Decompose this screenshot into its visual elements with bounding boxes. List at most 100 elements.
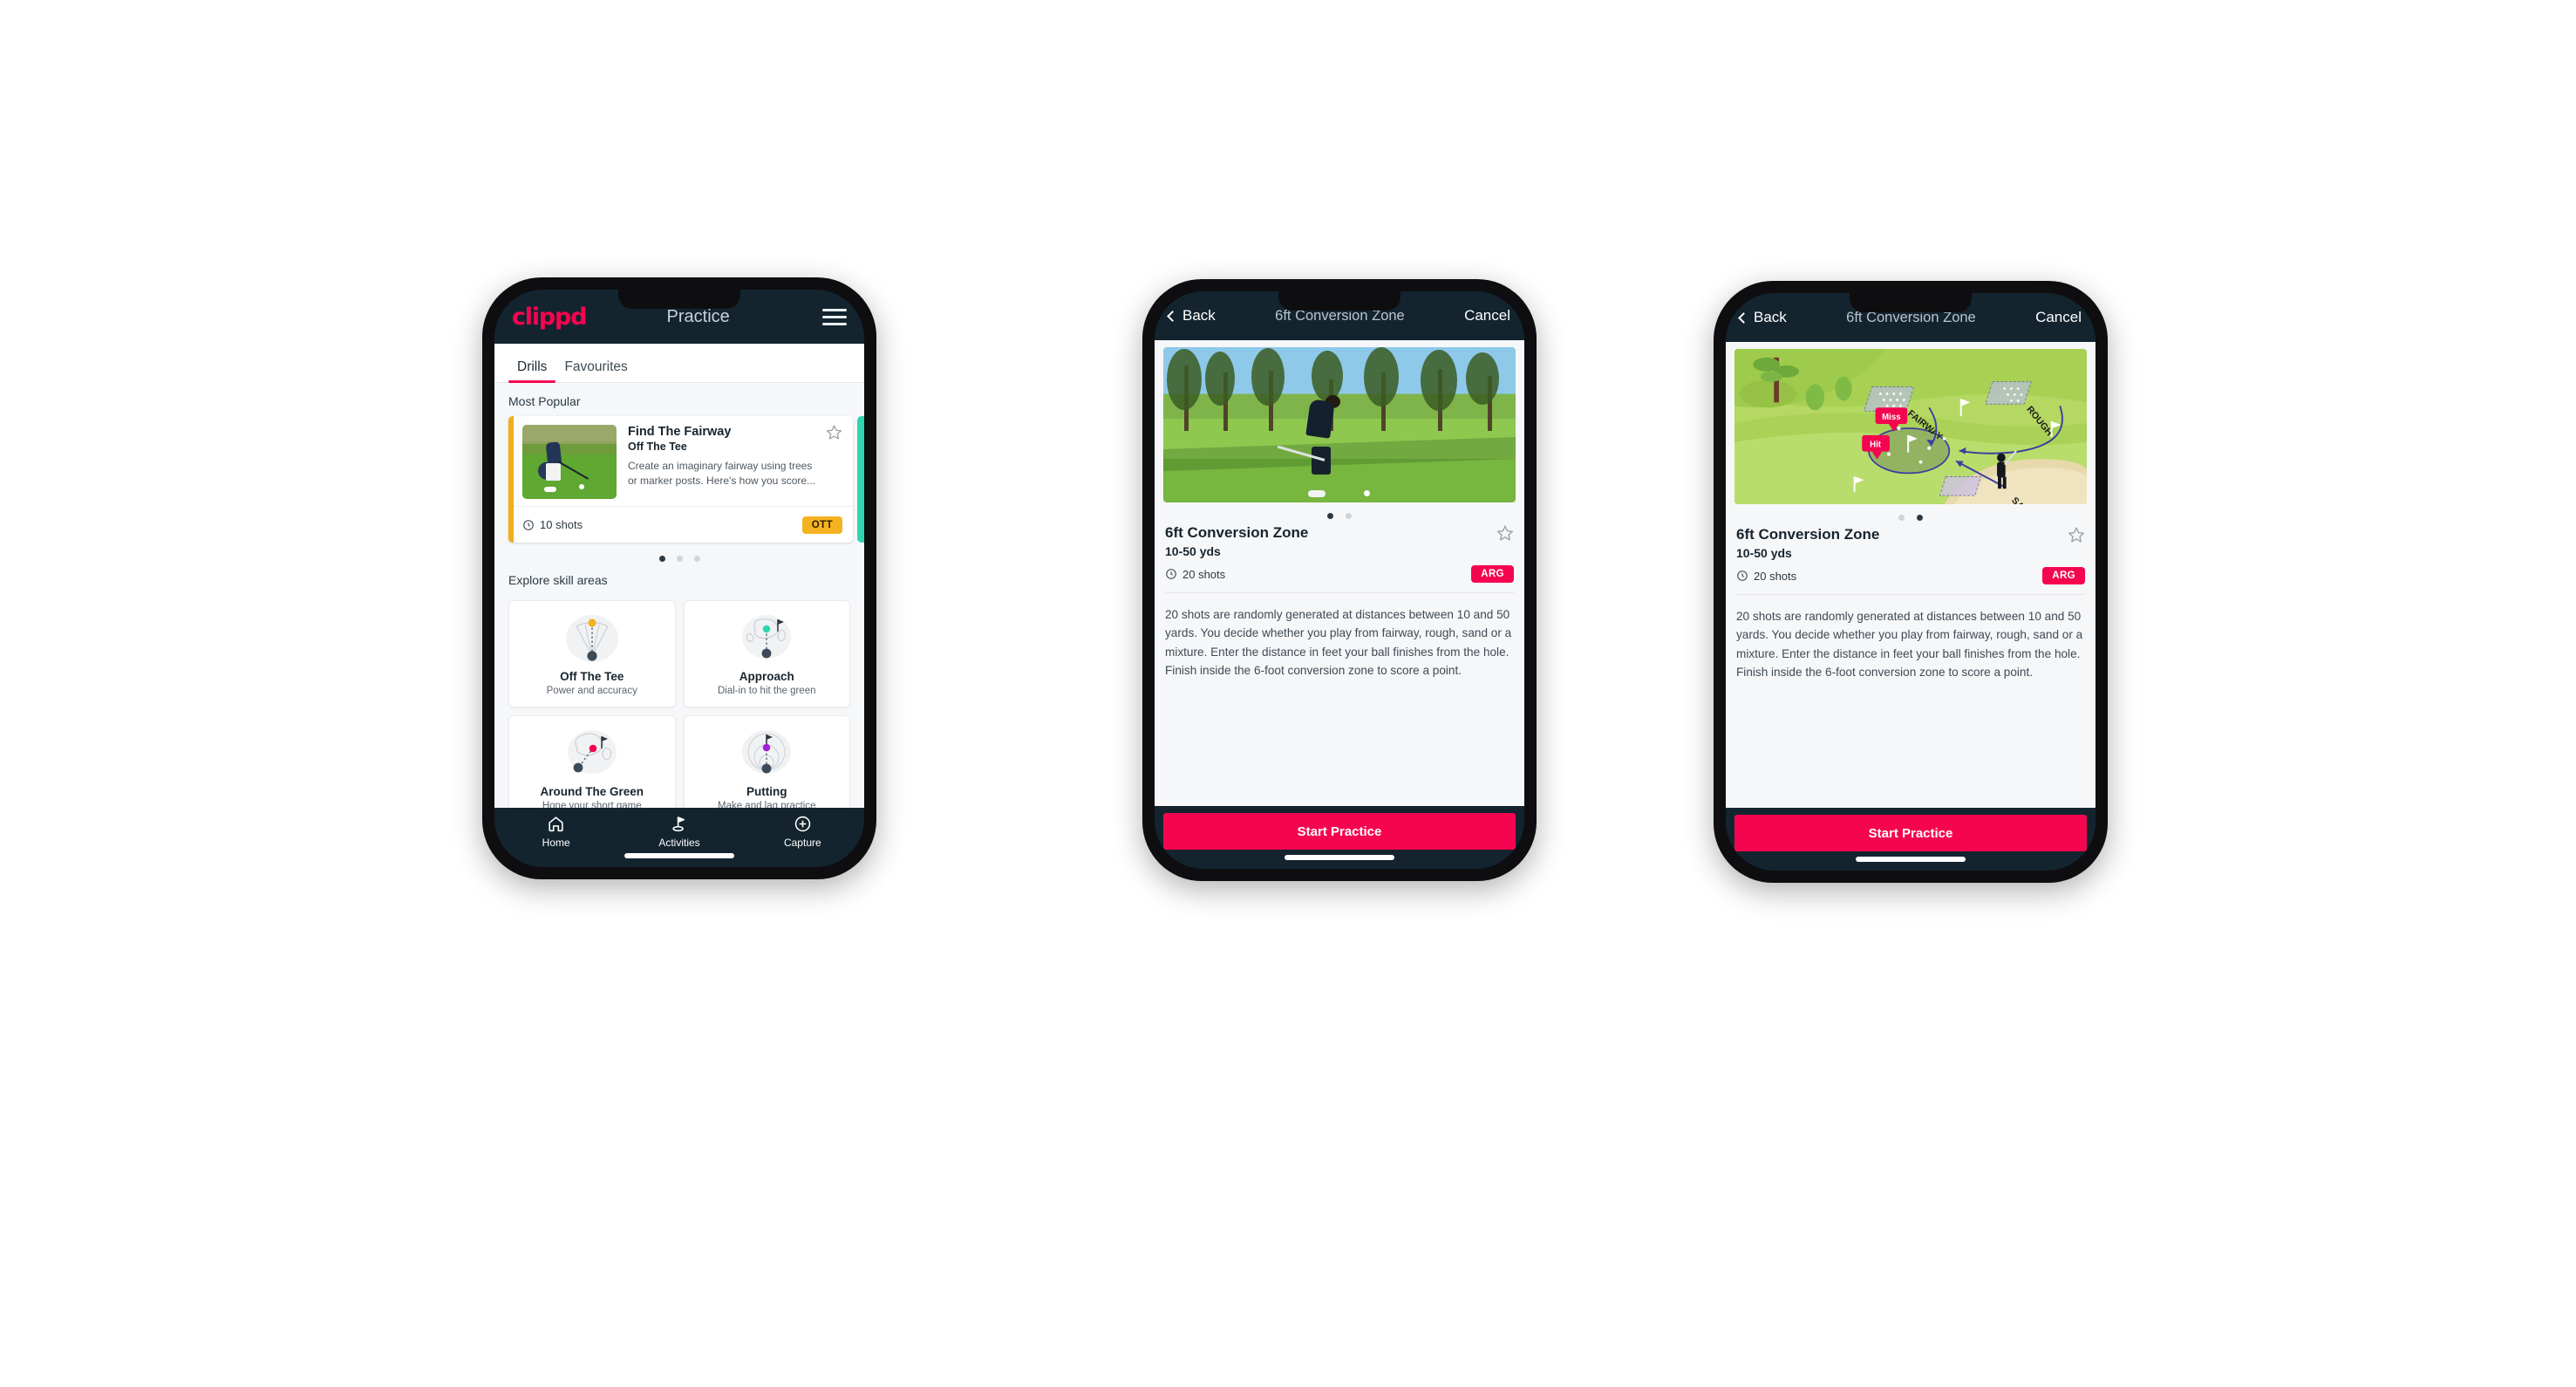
phone-notch (1278, 291, 1400, 311)
drill-title: 6ft Conversion Zone (1736, 526, 1880, 543)
shots-count: 20 shots (1754, 569, 1797, 583)
skill-name: Around The Green (540, 785, 644, 798)
drill-summary: 6ft Conversion Zone 10-50 yds 20 shots A… (1726, 526, 2096, 584)
drill-shots: 20 shots (1165, 568, 1225, 581)
phone-drill-detail-photo: Back 6ft Conversion Zone Cancel 6ft Conv… (1142, 279, 1537, 881)
carousel-dot-3[interactable] (693, 556, 700, 562)
explore-skill-areas-label: Explore skill areas (508, 573, 608, 587)
skill-name: Approach (739, 670, 794, 683)
nav-label: Activities (658, 837, 700, 849)
skill-desc: Make and lag practice (717, 801, 816, 808)
media-dot-1[interactable] (1327, 513, 1333, 519)
screenshot-canvas: clippd Practice Drills Favourites Most P… (0, 0, 2576, 1387)
tab-drills[interactable]: Drills (508, 359, 556, 383)
drill-shots: 20 shots (1736, 570, 1796, 583)
cancel-button[interactable]: Cancel (2035, 309, 2082, 326)
home-indicator (1285, 855, 1394, 860)
nav-item-capture[interactable]: Capture (741, 815, 864, 849)
next-card-peek[interactable] (857, 416, 864, 543)
drill-description: 20 shots are randomly generated at dista… (1165, 608, 1512, 678)
media-dots[interactable] (1726, 504, 2096, 526)
dispersion-cone-icon (515, 612, 670, 666)
skill-desc: Hone your short game (542, 801, 642, 808)
drill-title: Find The Fairway (628, 425, 732, 439)
cancel-button[interactable]: Cancel (1464, 307, 1510, 325)
skill-card-putting[interactable]: Putting Make and lag practice (683, 715, 850, 808)
home-indicator (624, 853, 734, 858)
media-dot-2[interactable] (1346, 513, 1352, 519)
phone-practice-list: clippd Practice Drills Favourites Most P… (482, 277, 876, 879)
star-outline-icon[interactable] (826, 424, 842, 441)
shots-clock-icon (1166, 569, 1176, 579)
nav-item-activities[interactable]: Activities (617, 815, 740, 849)
drill-shots: 10 shots (522, 518, 583, 531)
skill-desc: Power and accuracy (546, 686, 637, 696)
drill-description: Create an imaginary fairway using trees … (628, 460, 816, 488)
star-outline-icon[interactable] (1496, 524, 1514, 542)
golf-course-diagram: FAIRWAY ROUGH SAND (1734, 349, 2087, 504)
drill-yardage: 10-50 yds (1165, 544, 1221, 558)
media-dot-1[interactable] (1898, 515, 1905, 521)
golf-flag-icon (672, 816, 685, 832)
shots-clock-icon (523, 519, 534, 530)
nav-item-home[interactable]: Home (494, 815, 617, 849)
phone-notch (618, 290, 740, 309)
back-label: Back (1754, 309, 1787, 325)
shots-clock-icon (1737, 571, 1748, 581)
drill-thumbnail (522, 425, 617, 499)
skill-badge-arg: ARG (2042, 567, 2085, 584)
svg-text:Hit: Hit (1870, 441, 1882, 450)
putting-rings-icon (690, 727, 845, 781)
home-indicator (1856, 857, 1966, 862)
phone-notch (1850, 293, 1972, 312)
tab-favourites[interactable]: Favourites (555, 359, 636, 382)
skill-name: Off The Tee (560, 670, 624, 683)
hamburger-menu-icon[interactable] (822, 308, 847, 325)
nav-label: Home (542, 837, 570, 849)
skill-badge-ott: OTT (801, 516, 842, 534)
drill-title: 6ft Conversion Zone (1165, 524, 1309, 541)
practice-content: Most Popular Find The Fairway Off The Te… (494, 383, 864, 808)
green-approach-icon (690, 612, 845, 666)
plus-circle-icon (794, 816, 811, 832)
detail-content: FAIRWAY ROUGH SAND (1726, 342, 2096, 808)
svg-text:Miss: Miss (1882, 413, 1901, 422)
skill-card-approach[interactable]: Approach Dial-in to hit the green (683, 600, 850, 707)
start-practice-button[interactable]: Start Practice (1734, 815, 2087, 851)
drill-summary: 6ft Conversion Zone 10-50 yds 20 shots A… (1155, 524, 1524, 583)
phone-drill-detail-illustration: Back 6ft Conversion Zone Cancel FAIRWAY … (1714, 281, 2108, 883)
drill-yardage: 10-50 yds (1736, 546, 1792, 560)
media-dot-2[interactable] (1917, 515, 1923, 521)
skill-badge-arg: ARG (1471, 565, 1514, 583)
detail-content: 6ft Conversion Zone 10-50 yds 20 shots A… (1155, 340, 1524, 806)
back-label: Back (1182, 307, 1216, 324)
shots-count: 20 shots (1182, 567, 1226, 581)
most-popular-label: Most Popular (508, 394, 581, 408)
back-button[interactable]: Back (1738, 309, 1787, 326)
drill-card-find-the-fairway[interactable]: Find The Fairway Off The Tee Create an i… (508, 416, 853, 543)
media-dots[interactable] (1155, 502, 1524, 524)
skill-card-off-the-tee[interactable]: Off The Tee Power and accuracy (508, 600, 676, 707)
back-button[interactable]: Back (1167, 307, 1216, 325)
skill-areas-grid: Off The Tee Power and accuracy Approach … (494, 595, 864, 808)
chip-to-green-icon (515, 727, 670, 781)
tab-bar: Drills Favourites (494, 344, 864, 383)
drill-media-photo[interactable] (1163, 347, 1516, 502)
drill-media-illustration[interactable]: FAIRWAY ROUGH SAND (1734, 349, 2087, 504)
skill-name: Putting (746, 785, 787, 798)
drill-carousel[interactable]: Find The Fairway Off The Tee Create an i… (494, 416, 864, 545)
star-outline-icon[interactable] (2068, 526, 2085, 543)
home-icon (549, 816, 563, 832)
drill-description: 20 shots are randomly generated at dista… (1736, 610, 2083, 680)
nav-label: Capture (783, 837, 821, 849)
carousel-dot-1[interactable] (658, 556, 665, 562)
chevron-left-icon (1738, 311, 1749, 324)
drill-category: Off The Tee (628, 441, 687, 453)
skill-desc: Dial-in to hit the green (717, 686, 816, 696)
carousel-dot-2[interactable] (676, 556, 683, 562)
skill-card-around-the-green[interactable]: Around The Green Hone your short game (508, 715, 676, 808)
carousel-dots[interactable] (494, 545, 864, 562)
shots-count: 10 shots (540, 518, 583, 531)
start-practice-button[interactable]: Start Practice (1163, 813, 1516, 850)
page-title: Practice (666, 306, 730, 326)
